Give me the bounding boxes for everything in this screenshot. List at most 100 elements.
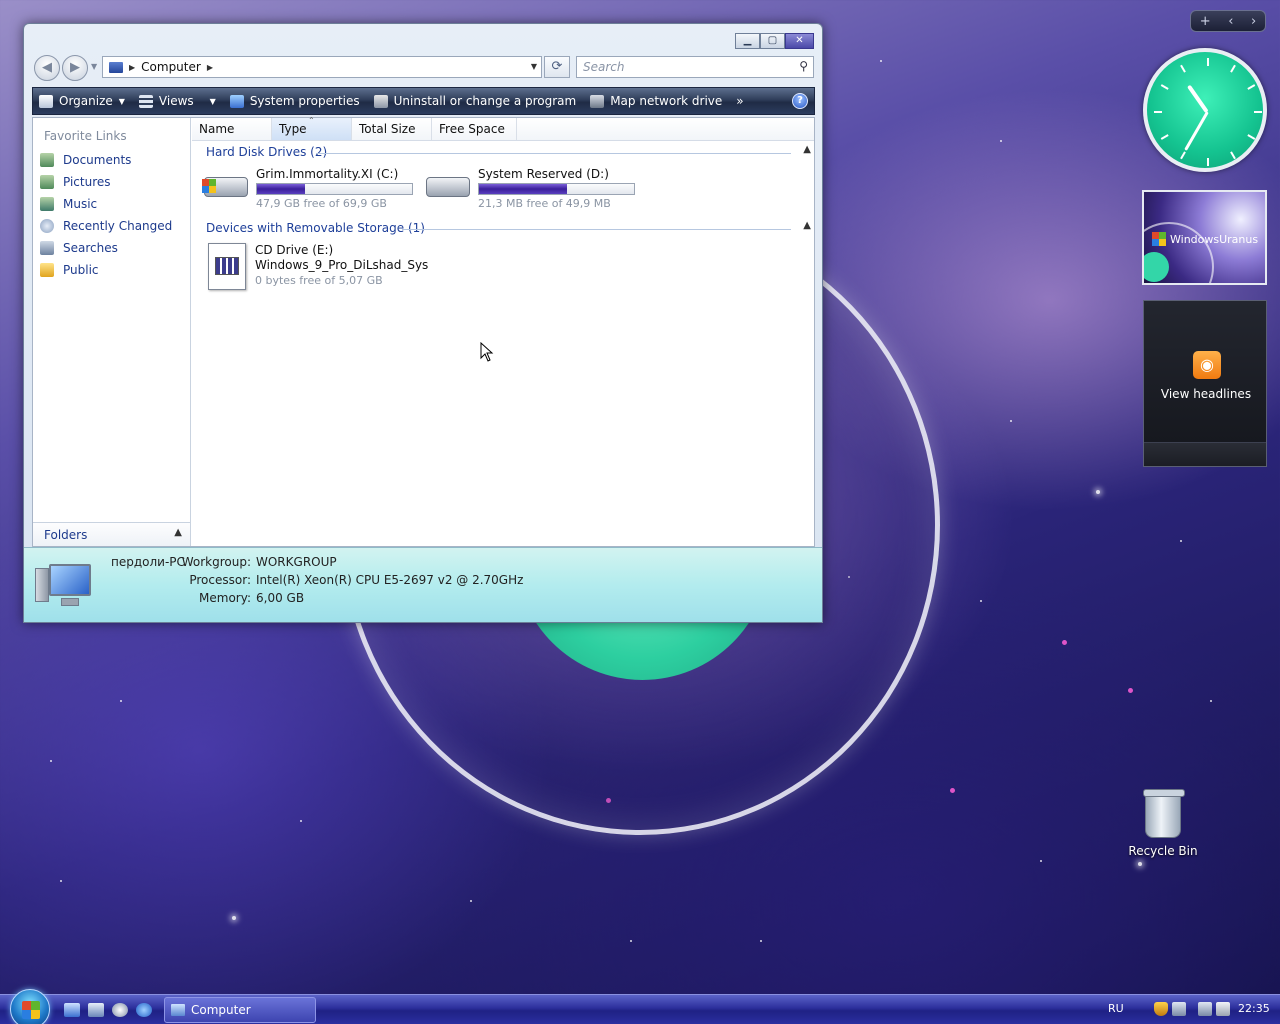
clock-tick (1247, 134, 1256, 140)
show-desktop-icon[interactable] (64, 1003, 80, 1017)
taskbar-clock[interactable]: 22:35 (1238, 1002, 1270, 1015)
add-gadget-button[interactable]: + (1200, 14, 1211, 29)
favorite-link-label: Pictures (63, 175, 111, 189)
breadcrumb-computer[interactable]: Computer (141, 60, 201, 74)
column-header-type[interactable]: ⌃ Type (272, 116, 352, 140)
clock-tick (1180, 151, 1186, 160)
hard-drive-icon (424, 167, 472, 201)
windows-logo-icon (22, 1001, 40, 1019)
volume-icon[interactable] (1216, 1002, 1230, 1016)
favorite-link-documents[interactable]: Documents (40, 153, 131, 167)
switch-windows-icon[interactable] (88, 1003, 104, 1017)
security-shield-icon[interactable] (1154, 1002, 1168, 1016)
uninstall-icon (373, 94, 388, 108)
system-properties-icon (229, 94, 244, 108)
column-header-name[interactable]: Name (192, 118, 272, 140)
folders-toggle[interactable]: Folders ▲ (33, 522, 190, 546)
start-button[interactable] (10, 989, 50, 1024)
workgroup-label: Workgroup: (181, 555, 251, 569)
group-title: Devices with Removable Storage (1) (206, 221, 425, 235)
music-icon (40, 197, 54, 211)
search-icon[interactable]: ⚲ (799, 59, 808, 73)
group-divider (402, 229, 791, 230)
favorite-link-pictures[interactable]: Pictures (40, 175, 111, 189)
back-button[interactable]: ◀ (34, 55, 60, 81)
favorite-link-public[interactable]: Public (40, 263, 99, 277)
drive-e[interactable]: CD Drive (E:) Windows_9_Pro_DiLshad_Sys … (206, 243, 428, 291)
column-header-total-size[interactable]: Total Size (352, 118, 432, 140)
computer-icon (109, 61, 123, 73)
organize-icon (39, 94, 53, 108)
view-headlines-link[interactable]: View headlines (1144, 387, 1268, 401)
chevron-down-icon: ▼ (118, 96, 125, 106)
windows-logo-icon (1152, 232, 1166, 246)
feed-headlines-gadget[interactable]: ◉ View headlines (1143, 300, 1267, 467)
help-icon[interactable]: ? (792, 93, 808, 109)
clock-tick (1247, 84, 1256, 90)
system-drive-icon (202, 167, 250, 201)
processor-label: Processor: (189, 573, 251, 587)
documents-icon (40, 153, 54, 167)
forward-button[interactable]: ▶ (62, 55, 88, 81)
clock-tick (1180, 64, 1186, 73)
language-indicator[interactable]: RU (1108, 1002, 1124, 1015)
group-divider (316, 153, 791, 154)
hour-hand (1187, 84, 1209, 114)
uninstall-button[interactable]: Uninstall or change a program (373, 94, 576, 108)
taskbar: Computer RU 22:35 (0, 989, 1280, 1024)
favorite-link-recently-changed[interactable]: Recently Changed (40, 219, 172, 233)
drive-d[interactable]: System Reserved (D:) 21,3 MB free of 49,… (424, 167, 635, 210)
clock-tick (1230, 151, 1236, 160)
system-properties-label: System properties (249, 94, 360, 108)
views-label: Views (158, 94, 194, 108)
clock-gadget[interactable] (1143, 48, 1267, 172)
breadcrumb-arrow-icon[interactable]: ▶ (129, 63, 135, 72)
organize-button[interactable]: Organize ▼ (39, 94, 125, 108)
taskbar-button-computer[interactable]: Computer (164, 997, 316, 1023)
processor-value: Intel(R) Xeon(R) CPU E5-2697 v2 @ 2.70GH… (256, 573, 524, 587)
views-icon (138, 94, 153, 108)
map-network-drive-icon (590, 94, 605, 108)
folders-label: Folders (44, 528, 88, 542)
minimize-button[interactable]: ▁ (735, 33, 760, 49)
chevron-up-icon[interactable]: ▲ (803, 220, 811, 231)
memory-value: 6,00 GB (256, 591, 305, 605)
clock-tick (1154, 111, 1162, 113)
workgroup-value: WORKGROUP (256, 555, 337, 569)
recycle-bin[interactable]: Recycle Bin (1128, 789, 1198, 858)
column-header-free-space[interactable]: Free Space (432, 118, 517, 140)
chevron-down-icon: ▼ (209, 96, 216, 106)
next-gadgets-button[interactable]: › (1251, 14, 1256, 29)
network-icon[interactable] (1198, 1002, 1212, 1016)
cd-drive-icon (206, 243, 246, 291)
more-commands-button[interactable]: » (736, 94, 743, 108)
favorite-link-searches[interactable]: Searches (40, 241, 118, 255)
drive-name: Grim.Immortality.XI (C:) (256, 167, 399, 181)
tray-app-icon[interactable] (1172, 1002, 1186, 1016)
recent-pages-dropdown[interactable]: ▼ (91, 62, 97, 71)
close-button[interactable]: ✕ (785, 33, 814, 49)
refresh-button[interactable]: ⟳ (544, 56, 570, 78)
quick-launch-app-icon[interactable] (112, 1003, 128, 1017)
favorite-link-music[interactable]: Music (40, 197, 97, 211)
search-input[interactable]: Search ⚲ (576, 56, 814, 78)
mouse-pointer-icon (480, 342, 494, 362)
breadcrumb-arrow-icon[interactable]: ▶ (207, 63, 213, 72)
group-header-hard-disks[interactable]: Hard Disk Drives (2) ▲ (206, 144, 811, 159)
drive-free-space: 47,9 GB free of 69,9 GB (256, 197, 387, 210)
drive-c[interactable]: Grim.Immortality.XI (C:) 47,9 GB free of… (202, 167, 413, 210)
drive-usage-fill (257, 184, 306, 194)
address-dropdown-icon[interactable]: ▼ (531, 62, 537, 71)
views-button[interactable]: Views ▼ (138, 94, 216, 108)
slideshow-gadget[interactable]: WindowsUranus (1142, 190, 1267, 285)
rss-icon: ◉ (1193, 351, 1221, 379)
maximize-button[interactable]: ▢ (760, 33, 785, 49)
system-properties-button[interactable]: System properties (229, 94, 360, 108)
group-header-removable[interactable]: Devices with Removable Storage (1) ▲ (206, 220, 811, 235)
address-bar[interactable]: ▶ Computer ▶ ▼ (102, 56, 542, 78)
internet-explorer-icon[interactable] (136, 1003, 152, 1017)
chevron-up-icon[interactable]: ▲ (803, 144, 811, 155)
previous-gadgets-button[interactable]: ‹ (1228, 14, 1233, 29)
map-network-drive-button[interactable]: Map network drive (590, 94, 722, 108)
drive-usage-bar (256, 183, 413, 195)
